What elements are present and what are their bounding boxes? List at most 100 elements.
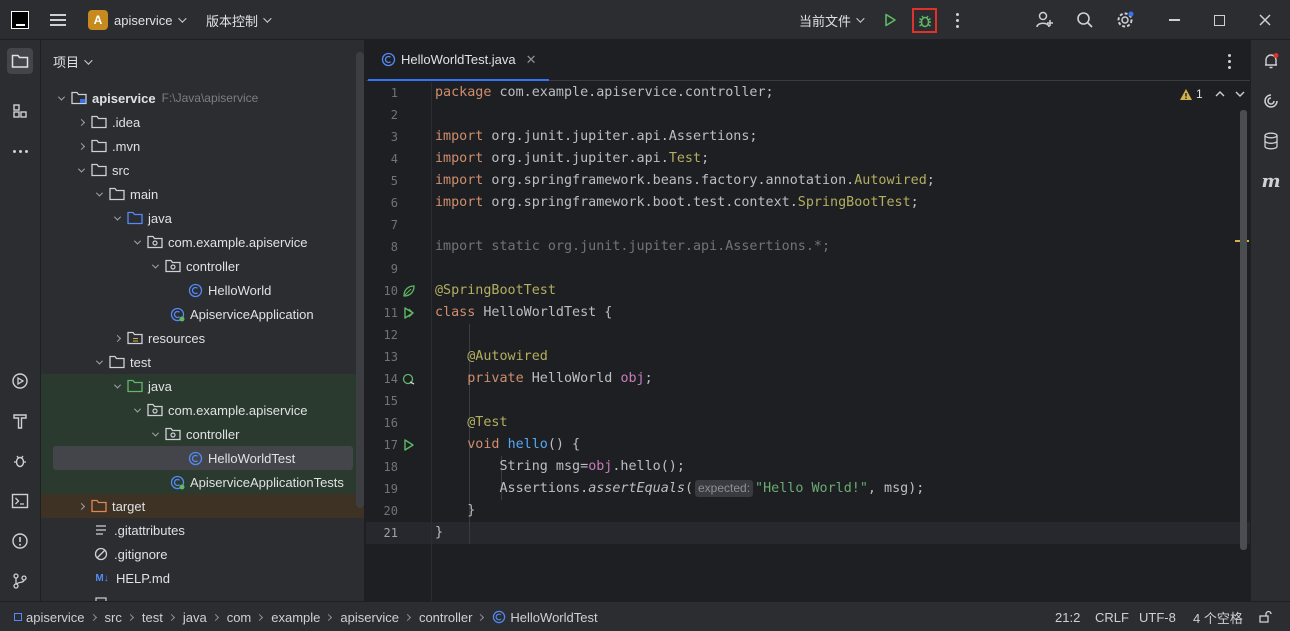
chevron-up-icon[interactable] [1215,90,1225,98]
close-window-icon[interactable] [1254,0,1276,40]
tree-item-main-controller[interactable]: controller [41,254,355,278]
breadcrumb-item[interactable]: example [271,610,320,625]
tree-item-apiservice-application-tests[interactable]: ApiserviceApplicationTests [41,470,364,494]
expand-arrow-icon[interactable] [149,428,161,440]
add-user-icon[interactable] [1034,0,1056,40]
debug-tool-icon[interactable] [7,448,33,474]
tree-item-test[interactable]: test [41,350,355,374]
expand-arrow-icon[interactable] [75,116,87,128]
breadcrumb-item[interactable]: apiservice [14,610,85,625]
ai-assistant-icon[interactable] [1260,90,1282,112]
database-icon[interactable] [1260,130,1282,152]
tree-item-label: ApiserviceApplicationTests [190,474,344,490]
gear-icon[interactable] [1114,0,1136,40]
expand-arrow-icon[interactable] [111,380,123,392]
expand-arrow-icon[interactable] [131,404,143,416]
indent-setting[interactable]: 4 个空格 [1193,602,1243,631]
vcs-menu[interactable]: 版本控制 [206,0,272,40]
tree-item-main[interactable]: main [41,182,355,206]
chevron-down-icon[interactable] [1235,90,1245,98]
main-menu-icon[interactable] [50,0,68,40]
tree-item-apiservice-application[interactable]: ApiserviceApplication [41,302,355,326]
expand-arrow-icon[interactable] [93,188,105,200]
maximize-icon[interactable] [1208,0,1230,40]
run-test-icon[interactable] [402,438,416,452]
code-line: } [435,525,444,540]
notifications-icon[interactable] [1260,50,1282,72]
project-switcher[interactable]: apiservice [114,0,187,40]
tab-more-icon[interactable] [1226,52,1236,70]
code-content[interactable]: package com.example.apiservice.controlle… [435,82,1235,601]
tree-item-target[interactable]: target [41,494,364,518]
tree-item-helloworld[interactable]: HelloWorld [41,278,355,302]
maven-icon[interactable]: m [1260,170,1282,192]
editor-scrollbar[interactable] [1240,110,1247,550]
expand-arrow-icon[interactable] [55,92,67,104]
ide-logo-icon[interactable] [11,11,29,29]
project-tool-icon[interactable] [7,48,33,74]
build-tool-icon[interactable] [7,408,33,434]
breadcrumb-item[interactable]: HelloWorldTest [492,610,598,625]
services-tool-icon[interactable] [7,368,33,394]
tree-item-main-java[interactable]: java [41,206,355,230]
breadcrumb-item[interactable]: test [142,610,163,625]
warning-icon [1180,88,1192,100]
breadcrumb-item[interactable]: controller [419,610,472,625]
caret-position[interactable]: 21:2 [1055,602,1080,631]
breadcrumb-item[interactable]: apiservice [340,610,399,625]
expand-arrow-icon[interactable] [93,356,105,368]
more-tools-icon[interactable] [7,138,33,164]
tree-item-mvn[interactable]: .mvn [41,134,355,158]
tree-item-help-md[interactable]: M↓ HELP.md [41,566,355,590]
git-tool-icon[interactable] [7,568,33,594]
tree-item-src[interactable]: src [41,158,355,182]
run-button[interactable] [882,0,898,40]
code-line: import org.springframework.beans.factory… [435,173,935,188]
root-path: F:\Java\apiservice [161,91,259,105]
breadcrumb-item[interactable]: java [183,610,207,625]
expand-arrow-icon[interactable] [149,260,161,272]
project-scrollbar[interactable] [356,52,364,508]
expand-arrow-icon[interactable] [111,332,123,344]
terminal-tool-icon[interactable] [7,488,33,514]
structure-tool-icon[interactable] [7,98,33,124]
project-badge[interactable]: A [88,10,108,30]
file-encoding[interactable]: UTF-8 [1139,602,1176,631]
lock-icon[interactable] [1258,602,1272,631]
run-test-icon[interactable] [402,306,416,320]
project-panel-header[interactable]: 项目 [53,52,93,71]
tree-item-test-java[interactable]: java [41,374,364,398]
tree-root[interactable]: apiservice F:\Java\apiservice [41,86,355,110]
breadcrumb-item[interactable]: src [105,610,122,625]
tree-item-helloworldtest[interactable]: HelloWorldTest [53,446,353,470]
line-ending[interactable]: CRLF [1095,602,1129,631]
expand-arrow-icon[interactable] [75,500,87,512]
tree-item-test-package[interactable]: com.example.apiservice [41,398,364,422]
tree-item-idea[interactable]: .idea [41,110,355,134]
tree-item-resources[interactable]: resources [41,326,355,350]
search-icon[interactable] [1074,0,1096,40]
file-icon [93,594,109,601]
debug-button[interactable] [912,8,937,33]
tree-item-main-package[interactable]: com.example.apiservice [41,230,355,254]
minimize-icon[interactable] [1163,0,1185,40]
project-name: apiservice [114,12,173,28]
spring-bean-icon[interactable] [402,284,416,298]
tree-item-gitattributes[interactable]: .gitattributes [41,518,355,542]
more-actions-icon[interactable] [952,0,962,40]
problems-tool-icon[interactable] [7,528,33,554]
tree-item-test-controller[interactable]: controller [41,422,364,446]
tree-item-gitignore[interactable]: .gitignore [41,542,355,566]
expand-arrow-icon[interactable] [75,140,87,152]
expand-arrow-icon[interactable] [111,212,123,224]
tree-item-partial [41,590,355,601]
inspection-widget[interactable]: 1 [1179,87,1245,101]
expand-arrow-icon[interactable] [131,236,143,248]
run-config-label: 当前文件 [799,13,852,29]
close-icon[interactable]: ✕ [526,52,537,68]
autowired-navigate-icon[interactable] [402,372,416,386]
tab-helloworldtest[interactable]: HelloWorldTest.java ✕ [368,40,549,81]
expand-arrow-icon[interactable] [75,164,87,176]
run-config-selector[interactable]: 当前文件 [799,0,865,40]
breadcrumb-item[interactable]: com [227,610,252,625]
